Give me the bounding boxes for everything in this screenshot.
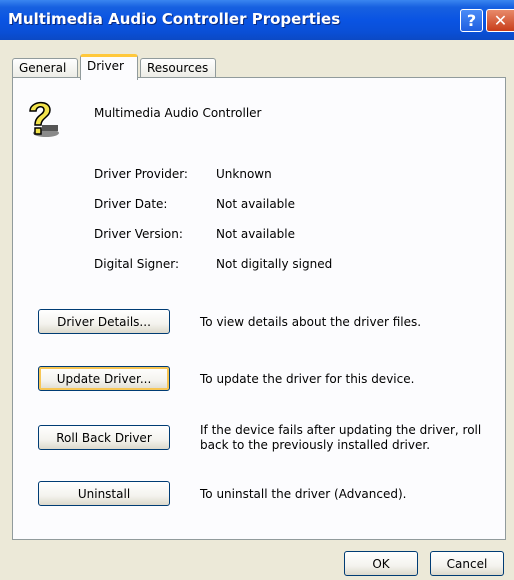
tab-general[interactable]: General <box>12 58 78 78</box>
cancel-button[interactable]: Cancel <box>430 551 504 576</box>
driver-version-value: Not available <box>216 227 296 241</box>
device-name: Multimedia Audio Controller <box>94 106 262 120</box>
close-icon: ✕ <box>493 11 508 30</box>
driver-version-label: Driver Version: <box>94 227 183 241</box>
tab-resources[interactable]: Resources <box>140 58 216 78</box>
help-button[interactable]: ? <box>460 9 483 32</box>
driver-date-value: Not available <box>216 197 296 211</box>
driver-details-button[interactable]: Driver Details... <box>38 309 170 334</box>
driver-provider-value: Unknown <box>216 167 272 181</box>
question-mark-icon: ? <box>466 11 477 30</box>
ok-button[interactable]: OK <box>344 551 418 576</box>
title-bar[interactable]: Multimedia Audio Controller Properties ?… <box>0 0 514 40</box>
update-driver-button[interactable]: Update Driver... <box>38 366 170 391</box>
update-driver-description: To update the driver for this device. <box>200 372 415 386</box>
roll-back-driver-button[interactable]: Roll Back Driver <box>38 425 170 450</box>
digital-signer-value: Not digitally signed <box>216 257 333 271</box>
digital-signer-label: Digital Signer: <box>94 257 180 271</box>
driver-provider-label: Driver Provider: <box>94 167 188 181</box>
uninstall-button[interactable]: Uninstall <box>38 481 170 506</box>
unknown-device-icon <box>29 101 59 137</box>
driver-details-description: To view details about the driver files. <box>200 315 422 329</box>
driver-date-label: Driver Date: <box>94 197 168 211</box>
roll-back-driver-description: If the device fails after updating the d… <box>200 423 482 452</box>
tab-driver[interactable]: Driver <box>80 54 138 80</box>
uninstall-description: To uninstall the driver (Advanced). <box>200 487 407 501</box>
window-title: Multimedia Audio Controller Properties <box>8 10 341 28</box>
close-button[interactable]: ✕ <box>486 9 514 32</box>
